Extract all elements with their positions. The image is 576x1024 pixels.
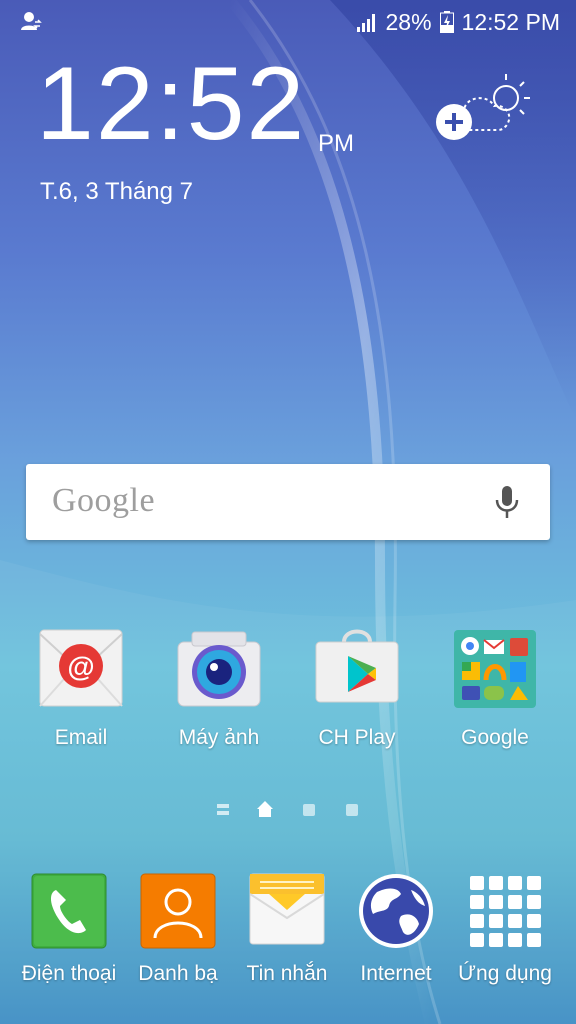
app-label: Danh bạ: [138, 962, 218, 985]
dock-contacts[interactable]: Danh bạ: [118, 872, 238, 986]
signal-icon: [356, 14, 375, 32]
email-icon: @: [38, 626, 124, 712]
app-label: Internet: [360, 962, 432, 985]
app-play-store[interactable]: CH Play: [288, 626, 426, 750]
app-camera[interactable]: Máy ảnh: [150, 626, 288, 750]
clock-ampm: PM: [318, 130, 354, 157]
add-weather-icon[interactable]: [434, 70, 534, 142]
clock-time: 12:52: [36, 46, 307, 162]
clock-date: T.6, 3 Tháng 7: [40, 178, 193, 205]
app-label: Điện thoại: [21, 962, 117, 985]
dock-phone[interactable]: Điện thoại: [9, 872, 129, 986]
status-time: 12:52 PM: [461, 8, 560, 35]
page-indicator: [0, 800, 576, 820]
google-search-bar[interactable]: Google: [26, 464, 550, 540]
status-bar: 28% 12:52 PM: [0, 0, 576, 44]
play-store-icon: [314, 626, 400, 712]
app-label: Ứng dụng: [458, 962, 552, 985]
app-label: Tin nhắn: [246, 962, 328, 985]
page-dot[interactable]: [303, 804, 315, 816]
app-label: Email: [54, 726, 108, 749]
camera-icon: [176, 626, 262, 712]
apps-grid-icon: [466, 872, 544, 950]
contacts-icon: [139, 872, 217, 950]
dock-internet[interactable]: Internet: [336, 872, 456, 986]
page-dot[interactable]: [346, 804, 358, 816]
globe-icon: [357, 872, 435, 950]
svg-text:@: @: [67, 651, 94, 682]
phone-icon: [30, 872, 108, 950]
user-switch-icon: [21, 12, 42, 30]
home-page-icon[interactable]: [256, 800, 274, 818]
google-logo: Google: [52, 482, 156, 519]
dock-apps[interactable]: Ứng dụng: [445, 872, 565, 986]
app-email[interactable]: @ Email: [12, 626, 150, 750]
app-label: Máy ảnh: [178, 726, 260, 749]
app-label: Google: [461, 726, 529, 749]
dock-messages[interactable]: Tin nhắn: [227, 872, 347, 986]
mic-icon[interactable]: [494, 484, 520, 520]
clock-widget[interactable]: 12:52 PM: [36, 46, 354, 162]
battery-charging-icon: [439, 11, 454, 33]
battery-percent: 28%: [385, 8, 432, 35]
messages-icon: [248, 872, 326, 950]
page-dot-menu[interactable]: [217, 804, 229, 816]
google-folder-icon: [452, 626, 538, 712]
app-label: CH Play: [318, 726, 396, 749]
app-google-folder[interactable]: Google: [426, 626, 564, 750]
